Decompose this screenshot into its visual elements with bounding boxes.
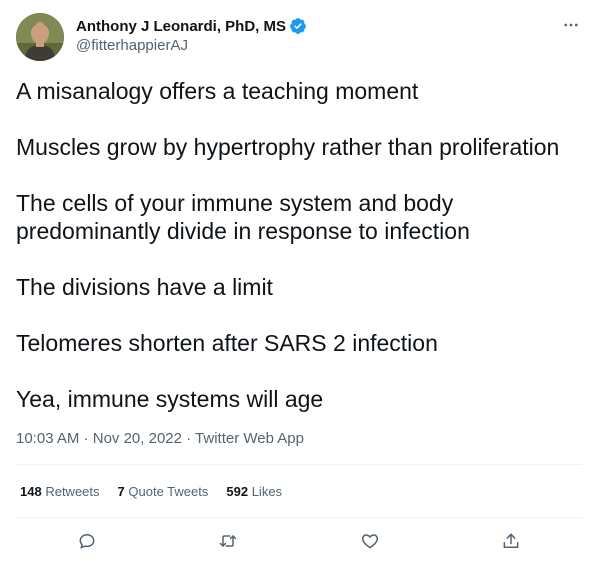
author-display-name[interactable]: Anthony J Leonardi, PhD, MS xyxy=(76,18,286,35)
tweet-text: A misanalogy offers a teaching moment Mu… xyxy=(16,77,582,441)
tweet-metadata: 10:03 AM · Nov 20, 2022 · Twitter Web Ap… xyxy=(16,430,304,447)
retweets-stat[interactable]: 148 Retweets xyxy=(20,484,100,499)
reply-icon[interactable] xyxy=(73,528,101,554)
author-names: Anthony J Leonardi, PhD, MS @fitterhappi… xyxy=(76,16,307,54)
share-icon[interactable] xyxy=(497,528,525,554)
retweets-count: 148 xyxy=(20,484,42,499)
divider xyxy=(16,464,582,465)
tweet-paragraph: Muscles grow by hypertrophy rather than … xyxy=(16,134,560,160)
verified-badge-icon xyxy=(289,17,307,35)
tweet-paragraph: A misanalogy offers a teaching moment xyxy=(16,78,419,104)
tweet-paragraph: Yea, immune systems will age xyxy=(16,386,324,412)
likes-label: Likes xyxy=(251,484,283,499)
more-icon[interactable] xyxy=(560,14,582,36)
retweet-icon[interactable] xyxy=(214,528,242,554)
likes-count: 592 xyxy=(226,484,249,499)
tweet-paragraph: Telomeres shorten after SARS 2 infection xyxy=(16,330,438,356)
meta-separator: · xyxy=(79,430,93,447)
divider xyxy=(16,517,582,518)
tweet-time[interactable]: 10:03 AM xyxy=(16,430,79,447)
tweet-actions xyxy=(16,528,582,554)
meta-separator: · xyxy=(181,430,196,447)
quote-tweets-label: Quote Tweets xyxy=(128,484,209,499)
author-handle[interactable]: @fitterhappierAJ xyxy=(76,37,307,54)
tweet-header: Anthony J Leonardi, PhD, MS @fitterhappi… xyxy=(16,12,582,62)
retweets-label: Retweets xyxy=(45,484,100,499)
avatar[interactable] xyxy=(16,13,64,61)
tweet-paragraph: The divisions have a limit xyxy=(16,274,273,300)
quote-tweets-stat[interactable]: 7 Quote Tweets xyxy=(118,484,209,499)
tweet-date[interactable]: Nov 20, 2022 xyxy=(93,430,182,447)
likes-stat[interactable]: 592 Likes xyxy=(226,484,282,499)
tweet-paragraph: The cells of your immune system and body… xyxy=(16,190,470,244)
like-icon[interactable] xyxy=(356,528,384,554)
tweet-source[interactable]: Twitter Web App xyxy=(195,430,304,447)
quote-tweets-count: 7 xyxy=(117,484,125,499)
tweet-stats: 148 Retweets 7 Quote Tweets 592 Likes xyxy=(20,484,282,499)
